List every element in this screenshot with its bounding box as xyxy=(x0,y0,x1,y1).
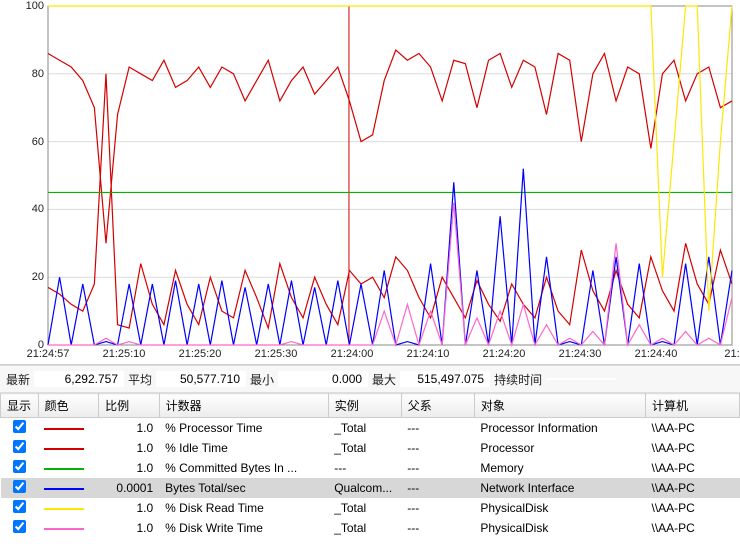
counter-cell: % Disk Write Time xyxy=(159,518,328,538)
parent-cell: --- xyxy=(401,518,474,538)
counter-cell: % Committed Bytes In ... xyxy=(159,458,328,478)
object-cell: Memory xyxy=(474,458,645,478)
y-tick-label: 60 xyxy=(4,136,44,148)
duration-value xyxy=(546,378,616,380)
color-swatch xyxy=(44,468,84,470)
computer-cell: \\AA-PC xyxy=(646,438,740,458)
scale-cell: 1.0 xyxy=(99,518,160,538)
color-swatch xyxy=(44,528,84,530)
latest-label: 最新 xyxy=(6,371,30,388)
x-tick-label: 21:24:20 xyxy=(483,348,526,360)
computer-cell: \\AA-PC xyxy=(646,418,740,439)
counter-cell: Bytes Total/sec xyxy=(159,478,328,498)
min-label: 最小 xyxy=(250,371,274,388)
object-cell: Processor xyxy=(474,438,645,458)
table-row[interactable]: 0.0001Bytes Total/secQualcom...---Networ… xyxy=(1,478,740,498)
instance-cell: _Total xyxy=(328,418,401,439)
x-tick-label: 21:24:57 xyxy=(27,348,70,360)
scale-cell: 1.0 xyxy=(99,418,160,439)
table-row[interactable]: 1.0% Idle Time_Total---Processor\\AA-PC xyxy=(1,438,740,458)
show-checkbox[interactable] xyxy=(13,420,26,433)
y-tick-label: 80 xyxy=(4,68,44,80)
series-line xyxy=(48,169,732,345)
parent-cell: --- xyxy=(401,418,474,439)
counter-cell: % Idle Time xyxy=(159,438,328,458)
x-tick-label: 21:24:40 xyxy=(635,348,678,360)
object-cell: PhysicalDisk xyxy=(474,518,645,538)
average-value: 50,577.710 xyxy=(156,371,246,387)
header-parent[interactable]: 父系 xyxy=(401,394,474,418)
y-tick-label: 100 xyxy=(4,0,44,12)
duration-label: 持续时间 xyxy=(494,371,542,388)
show-checkbox[interactable] xyxy=(13,500,26,513)
y-tick-label: 40 xyxy=(4,203,44,215)
x-tick-label: 21:25:20 xyxy=(179,348,222,360)
table-row[interactable]: 1.0% Disk Read Time_Total---PhysicalDisk… xyxy=(1,498,740,518)
scale-cell: 1.0 xyxy=(99,498,160,518)
x-tick-label: 21: xyxy=(724,348,739,360)
table-row[interactable]: 1.0% Processor Time_Total---Processor In… xyxy=(1,418,740,439)
parent-cell: --- xyxy=(401,458,474,478)
instance-cell: Qualcom... xyxy=(328,478,401,498)
series-line xyxy=(48,203,732,345)
object-cell: Network Interface xyxy=(474,478,645,498)
x-tick-label: 21:25:10 xyxy=(103,348,146,360)
series-line xyxy=(48,74,732,328)
average-label: 平均 xyxy=(128,371,152,388)
header-instance[interactable]: 实例 xyxy=(328,394,401,418)
header-show[interactable]: 显示 xyxy=(1,394,39,418)
x-tick-label: 21:25:30 xyxy=(255,348,298,360)
computer-cell: \\AA-PC xyxy=(646,458,740,478)
stats-bar: 最新 6,292.757 平均 50,577.710 最小 0.000 最大 5… xyxy=(0,365,740,393)
max-value: 515,497.075 xyxy=(400,371,490,387)
y-tick-label: 20 xyxy=(4,271,44,283)
parent-cell: --- xyxy=(401,438,474,458)
object-cell: PhysicalDisk xyxy=(474,498,645,518)
header-computer[interactable]: 计算机 xyxy=(646,394,740,418)
computer-cell: \\AA-PC xyxy=(646,478,740,498)
header-object[interactable]: 对象 xyxy=(474,394,645,418)
table-header-row: 显示 颜色 比例 计数器 实例 父系 对象 计算机 xyxy=(1,394,740,418)
latest-value: 6,292.757 xyxy=(34,371,124,387)
counter-cell: % Processor Time xyxy=(159,418,328,439)
x-tick-label: 21:24:00 xyxy=(331,348,374,360)
performance-chart[interactable]: 02040608010021:24:5721:25:1021:25:2021:2… xyxy=(0,0,740,365)
color-swatch xyxy=(44,428,84,430)
color-swatch xyxy=(44,508,84,510)
scale-cell: 1.0 xyxy=(99,458,160,478)
header-scale[interactable]: 比例 xyxy=(99,394,160,418)
header-counter[interactable]: 计数器 xyxy=(159,394,328,418)
scale-cell: 0.0001 xyxy=(99,478,160,498)
color-swatch xyxy=(44,448,84,450)
instance-cell: _Total xyxy=(328,518,401,538)
min-value: 0.000 xyxy=(278,371,368,387)
counter-table[interactable]: 显示 颜色 比例 计数器 实例 父系 对象 计算机 1.0% Processor… xyxy=(0,393,740,538)
color-swatch xyxy=(44,488,84,490)
parent-cell: --- xyxy=(401,498,474,518)
computer-cell: \\AA-PC xyxy=(646,498,740,518)
series-line xyxy=(48,6,732,311)
max-label: 最大 xyxy=(372,371,396,388)
instance-cell: _Total xyxy=(328,438,401,458)
counter-cell: % Disk Read Time xyxy=(159,498,328,518)
series-line xyxy=(48,50,732,243)
table-row[interactable]: 1.0% Disk Write Time_Total---PhysicalDis… xyxy=(1,518,740,538)
show-checkbox[interactable] xyxy=(13,460,26,473)
x-tick-label: 21:24:30 xyxy=(559,348,602,360)
computer-cell: \\AA-PC xyxy=(646,518,740,538)
x-tick-label: 21:24:10 xyxy=(407,348,450,360)
chart-canvas xyxy=(0,0,740,365)
instance-cell: _Total xyxy=(328,498,401,518)
show-checkbox[interactable] xyxy=(13,440,26,453)
show-checkbox[interactable] xyxy=(13,480,26,493)
instance-cell: --- xyxy=(328,458,401,478)
table-row[interactable]: 1.0% Committed Bytes In ...------Memory\… xyxy=(1,458,740,478)
header-color[interactable]: 颜色 xyxy=(38,394,99,418)
parent-cell: --- xyxy=(401,478,474,498)
object-cell: Processor Information xyxy=(474,418,645,439)
show-checkbox[interactable] xyxy=(13,520,26,533)
scale-cell: 1.0 xyxy=(99,438,160,458)
